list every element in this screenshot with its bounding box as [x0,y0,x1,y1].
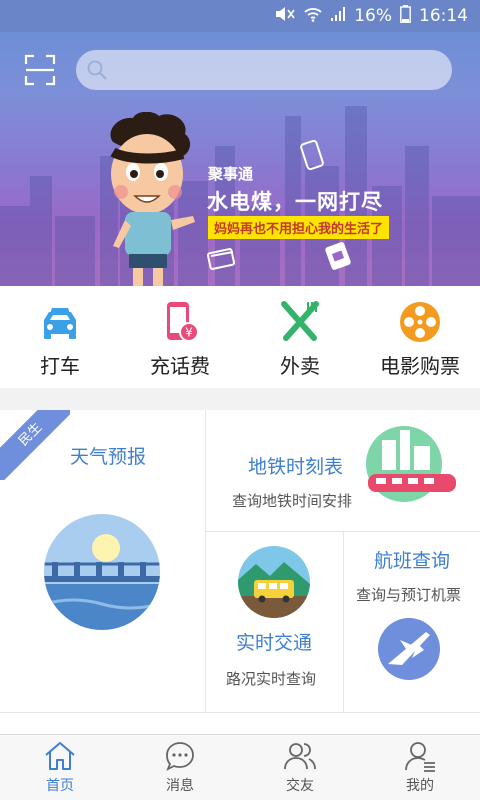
subway-title: 地铁时刻表 [248,456,344,478]
battery-icon [400,5,411,27]
fork-knife-icon [281,301,319,341]
promo-banner[interactable]: 聚事通 水电煤，一网打尽 妈妈再也不用担心我的生活了 [0,32,480,286]
friends-icon [284,743,316,770]
status-bar: 16% 16:14 [0,0,480,32]
nav-item-friends[interactable]: 交友 [240,735,360,800]
quick-action-movie[interactable]: 电影购票 [360,286,480,388]
scan-button[interactable] [24,54,56,86]
weather-card[interactable]: 民生 天气预报 [0,410,206,712]
flight-card[interactable]: 航班查询 查询与预订机票 [344,532,480,712]
wifi-icon [304,6,322,26]
mascot-illustration [110,112,195,286]
quick-action-label: 打车 [40,354,80,378]
quick-actions: 打车 ¥ 充话费 外卖 电影购票 [0,286,480,388]
promo-title: 水电煤，一网打尽 [207,190,383,214]
quick-action-label: 充话费 [150,354,210,378]
signal-icon [330,6,346,26]
card-outline-icon [206,248,236,270]
search-input[interactable] [76,50,452,90]
nav-item-profile[interactable]: 我的 [360,735,480,800]
phone-topup-icon: ¥ [167,302,199,342]
film-reel-icon [400,302,440,342]
status-time: 16:14 [419,6,468,26]
airplane-illustration [378,618,440,680]
ribbon-label: 民生 [0,410,70,480]
promo-brand: 聚事通 [208,165,254,183]
traffic-title: 实时交通 [236,632,313,654]
scan-icon [24,54,56,86]
quick-action-label: 外卖 [280,354,320,378]
nav-label: 交友 [286,778,314,794]
nav-label: 我的 [406,778,434,794]
nav-item-home[interactable]: 首页 [0,735,120,800]
bottom-nav: 首页 消息 交友 我的 [0,734,480,800]
quick-action-label: 电影购票 [380,354,460,378]
home-icon [45,742,75,770]
traffic-subtitle: 路况实时查询 [226,670,317,688]
divider [0,712,480,713]
flight-subtitle: 查询与预订机票 [356,586,462,604]
traffic-bus-illustration [238,546,310,618]
nav-label: 消息 [166,778,194,794]
category-ribbon: 民生 [0,410,70,480]
mute-icon [274,6,296,26]
weather-title: 天气预报 [70,446,147,468]
chat-icon [166,742,194,771]
battery-percent: 16% [354,6,392,26]
profile-icon [405,742,435,772]
nav-item-messages[interactable]: 消息 [120,735,240,800]
subway-subtitle: 查询地铁时间安排 [232,492,353,510]
quick-action-topup[interactable]: ¥ 充话费 [120,286,240,388]
traffic-card[interactable]: 实时交通 路况实时查询 [206,532,344,712]
sim-card-icon [325,242,351,270]
phone-outline-icon [300,140,324,171]
services-grid: 民生 天气预报 地铁时刻表 查询地铁时间安排 实时交通 路况实时查询 航班查询 … [0,410,480,734]
weather-illustration [44,514,160,630]
svg-text:¥: ¥ [185,326,193,340]
search-icon [87,60,107,80]
subway-train-illustration [366,426,456,502]
quick-action-takeout[interactable]: 外卖 [240,286,360,388]
flight-title: 航班查询 [374,550,451,572]
nav-label: 首页 [46,778,74,794]
taxi-icon [44,308,76,339]
subway-card[interactable]: 地铁时刻表 查询地铁时间安排 [206,410,480,532]
quick-action-taxi[interactable]: 打车 [0,286,120,388]
promo-subtitle: 妈妈再也不用担心我的生活了 [208,216,390,239]
